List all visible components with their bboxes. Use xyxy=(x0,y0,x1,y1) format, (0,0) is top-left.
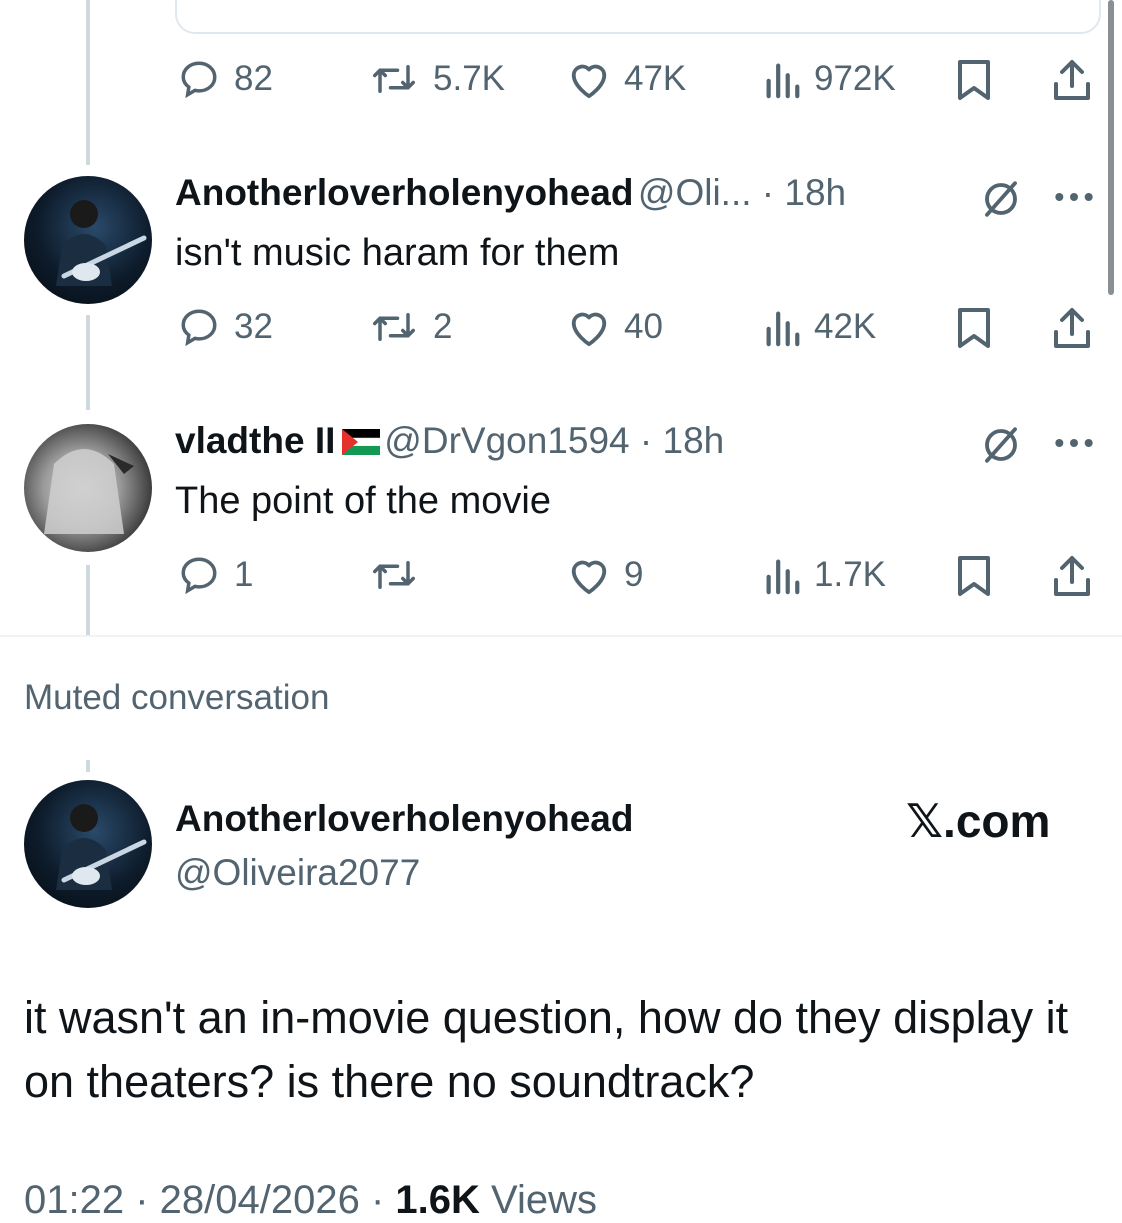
repost-count: 5.7K xyxy=(433,59,505,98)
like-count: 9 xyxy=(624,555,644,594)
guitarist-image xyxy=(56,804,147,890)
views-label: Views xyxy=(479,1178,597,1222)
scrollbar[interactable] xyxy=(1108,0,1114,295)
thread-line xyxy=(86,0,90,165)
tweet-footer: 01:22 · 28/04/2026 · 1.6K Views xyxy=(24,1178,597,1223)
heart-icon xyxy=(571,64,607,99)
avatar[interactable] xyxy=(24,176,152,304)
avatar[interactable] xyxy=(24,424,152,552)
veiled-figure-image xyxy=(44,449,134,534)
grok-icon[interactable] xyxy=(980,178,1022,220)
reply-text: isn't music haram for them xyxy=(175,232,620,274)
repost-icon xyxy=(373,313,415,341)
heart-icon xyxy=(571,312,607,347)
views-count: 1.7K xyxy=(814,555,886,594)
bookmark-icon xyxy=(958,60,990,100)
like-count: 40 xyxy=(624,307,663,346)
share-icon xyxy=(1054,556,1090,596)
views-count: 972K xyxy=(814,59,896,98)
handle-time[interactable]: @Oli... · 18h xyxy=(638,172,846,213)
reply2-header: vladthe II @DrVgon1594 · 18h xyxy=(175,420,724,462)
view-count: 1.6K xyxy=(395,1178,480,1222)
tweet-text: it wasn't an in-movie question, how do t… xyxy=(24,992,1069,1107)
tweet-timestamp[interactable]: 01:22 · 28/04/2026 · xyxy=(24,1178,395,1222)
repost-button[interactable]: 2 xyxy=(367,306,452,348)
views-button[interactable]: 1.7K xyxy=(762,554,886,596)
views-icon xyxy=(766,559,800,595)
share-icon xyxy=(1054,308,1090,348)
reply-button[interactable]: 1 xyxy=(176,554,253,596)
views-icon xyxy=(766,63,800,99)
reply-button[interactable]: 82 xyxy=(176,58,273,100)
reply-button[interactable]: 32 xyxy=(176,306,273,348)
views-icon xyxy=(766,311,800,347)
display-name[interactable]: Anotherloverholenyohead xyxy=(175,798,633,840)
display-name[interactable]: vladthe II xyxy=(175,420,335,461)
like-button[interactable]: 40 xyxy=(566,306,663,348)
bookmark-button[interactable] xyxy=(956,554,992,598)
repost-button[interactable]: 5.7K xyxy=(367,58,505,100)
share-button[interactable] xyxy=(1052,306,1092,350)
x-logo: 𝕏.com xyxy=(906,795,1051,847)
share-button[interactable] xyxy=(1052,554,1092,598)
repost-button[interactable] xyxy=(367,554,433,596)
repost-count: 2 xyxy=(433,307,453,346)
quoted-card[interactable] xyxy=(175,0,1101,34)
handle[interactable]: @Oliveira2077 xyxy=(175,852,420,894)
share-icon xyxy=(1054,60,1090,100)
reply1-header: Anotherloverholenyohead @Oli... · 18h xyxy=(175,172,846,214)
reply-icon xyxy=(181,61,217,99)
palestine-flag-icon xyxy=(341,429,380,455)
heart-icon xyxy=(571,560,607,595)
like-button[interactable]: 47K xyxy=(566,58,686,100)
thread-line xyxy=(86,565,90,635)
bookmark-button[interactable] xyxy=(956,58,992,102)
handle-time[interactable]: @DrVgon1594 · 18h xyxy=(384,420,724,461)
reply-icon xyxy=(181,557,217,595)
repost-icon xyxy=(373,65,415,93)
reply-count: 1 xyxy=(234,555,254,594)
share-button[interactable] xyxy=(1052,58,1092,102)
bookmark-icon xyxy=(958,308,990,348)
muted-conversation-label[interactable]: Muted conversation xyxy=(24,678,329,718)
reply-count: 32 xyxy=(234,307,273,346)
reply-icon xyxy=(181,309,217,347)
bookmark-icon xyxy=(958,556,990,596)
views-button[interactable]: 972K xyxy=(762,58,896,100)
views-button[interactable]: 42K xyxy=(762,306,876,348)
reply-count: 82 xyxy=(234,59,273,98)
grok-icon[interactable] xyxy=(980,424,1022,466)
views-count: 42K xyxy=(814,307,877,346)
more-icon[interactable] xyxy=(1054,190,1094,204)
thread-line xyxy=(86,760,90,772)
more-icon[interactable] xyxy=(1054,436,1094,450)
reply-text: The point of the movie xyxy=(175,480,551,522)
divider xyxy=(0,635,1122,637)
avatar[interactable] xyxy=(24,780,152,908)
thread-line xyxy=(86,315,90,410)
bookmark-button[interactable] xyxy=(956,306,992,350)
display-name[interactable]: Anotherloverholenyohead xyxy=(175,172,633,213)
like-button[interactable]: 9 xyxy=(566,554,643,596)
like-count: 47K xyxy=(624,59,687,98)
repost-icon xyxy=(373,561,415,589)
guitarist-image xyxy=(56,200,147,286)
